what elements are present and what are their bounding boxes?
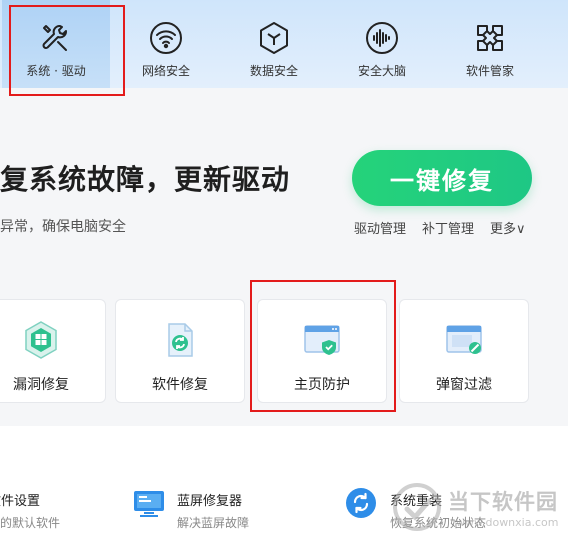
monitor-repair-icon [134, 491, 164, 517]
grid-flower-icon [477, 25, 503, 51]
refresh-document-icon [168, 323, 193, 357]
card-popup-filter[interactable]: 弹窗过滤 [399, 299, 529, 403]
one-click-repair-button[interactable]: 一键修复 [352, 150, 532, 206]
tool-name: 系统重装 [390, 494, 443, 509]
card-software-repair[interactable]: 软件修复 [115, 299, 245, 403]
driver-management-link[interactable]: 驱动管理 [354, 218, 406, 237]
highlight-box-card [250, 280, 396, 412]
popup-block-icon [446, 325, 482, 354]
tool-desc: 用的默认软件 [0, 516, 61, 530]
card-label: 软件修复 [152, 377, 208, 393]
highlight-box-nav [9, 5, 125, 96]
tool-name: 软件设置 [0, 494, 41, 509]
tool-desc: 恢复系统初始状态 [390, 516, 487, 530]
tool-system-reinstall[interactable]: 系统重装 恢复系统初始状态 [390, 490, 486, 531]
nav-tab-security-brain[interactable]: 安全大脑 [328, 0, 436, 88]
tool-desc: 解决蓝屏故障 [177, 516, 250, 530]
nav-tab-data-security[interactable]: 数据安全 [220, 0, 328, 88]
nav-label: 网络安全 [141, 64, 190, 78]
page-title: 复系统故障，更新驱动 [0, 163, 291, 196]
page-subtitle: 异常，确保电脑安全 [0, 219, 126, 235]
nav-label: 安全大脑 [357, 64, 406, 78]
nav-tab-software-manager[interactable]: 软件管家 [436, 0, 544, 88]
nav-label: 数据安全 [249, 64, 298, 78]
nav-tab-network-security[interactable]: 网络安全 [112, 0, 220, 88]
quick-links: 驱动管理 补丁管理 更多∨ [354, 218, 526, 237]
tool-software-settings[interactable]: 软件设置 用的默认软件 [0, 490, 60, 531]
cube-icon [260, 22, 288, 54]
nav-label: 软件管家 [465, 64, 514, 78]
windows-shield-icon [25, 321, 57, 359]
tool-bluescreen-repair[interactable]: 蓝屏修复器 解决蓝屏故障 [177, 490, 249, 531]
tool-name: 蓝屏修复器 [177, 494, 243, 509]
patch-management-link[interactable]: 补丁管理 [422, 218, 474, 237]
soundwave-icon [366, 22, 398, 54]
card-label: 弹窗过滤 [436, 377, 492, 393]
system-reinstall-icon [346, 488, 376, 518]
card-label: 漏洞修复 [13, 377, 69, 393]
more-dropdown-link[interactable]: 更多∨ [490, 218, 526, 237]
card-vulnerability-repair[interactable]: 漏洞修复 [0, 299, 106, 403]
wifi-icon [150, 22, 182, 54]
